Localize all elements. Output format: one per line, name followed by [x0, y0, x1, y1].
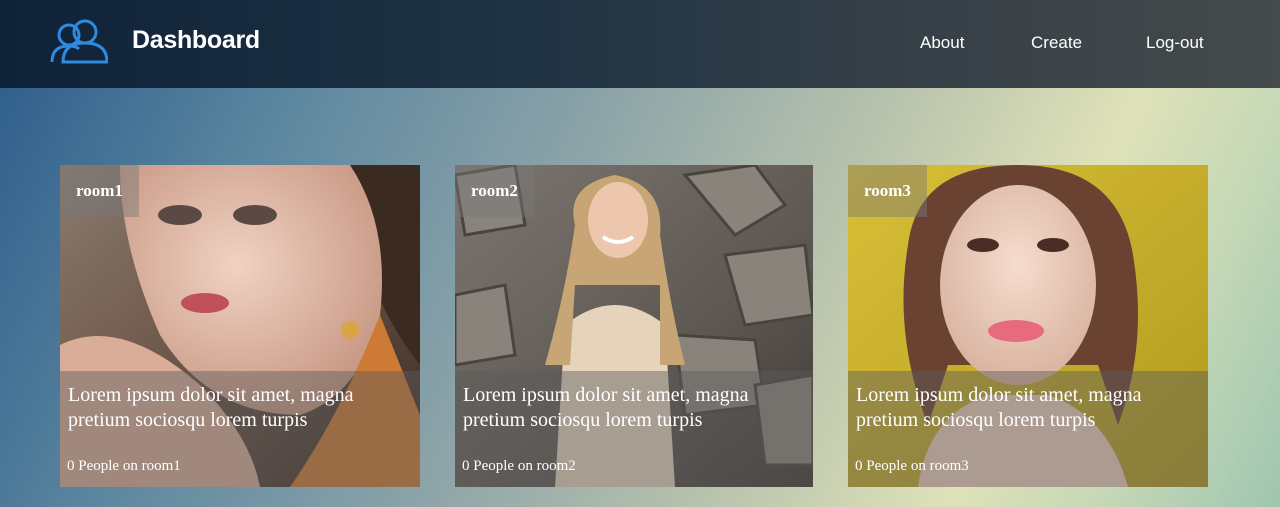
app-title[interactable]: Dashboard — [132, 26, 260, 55]
room-caption: Lorem ipsum dolor sit amet, magna pretiu… — [60, 371, 420, 487]
nav-link-about[interactable]: About — [920, 33, 964, 53]
room-name-badge: room3 — [848, 165, 927, 217]
room-people-count: 0 People on room3 — [855, 458, 969, 474]
room-description: Lorem ipsum dolor sit amet, magna pretiu… — [68, 384, 354, 431]
room-description: Lorem ipsum dolor sit amet, magna pretiu… — [463, 384, 749, 431]
top-navbar: Dashboard About Create Log-out — [0, 0, 1280, 88]
nav-link-create[interactable]: Create — [1031, 33, 1082, 53]
room-name-badge: room2 — [455, 165, 534, 217]
room-card-room1[interactable]: room1 Lorem ipsum dolor sit amet, magna … — [60, 165, 420, 487]
room-people-count: 0 People on room2 — [462, 458, 576, 474]
room-caption: Lorem ipsum dolor sit amet, magna pretiu… — [848, 371, 1208, 487]
room-card-room2[interactable]: room2 Lorem ipsum dolor sit amet, magna … — [455, 165, 813, 487]
users-icon[interactable] — [50, 18, 108, 64]
room-card-room3[interactable]: room3 Lorem ipsum dolor sit amet, magna … — [848, 165, 1208, 487]
room-description: Lorem ipsum dolor sit amet, magna pretiu… — [856, 384, 1142, 431]
room-caption: Lorem ipsum dolor sit amet, magna pretiu… — [455, 371, 813, 487]
room-name-badge: room1 — [60, 165, 139, 217]
nav-link-logout[interactable]: Log-out — [1146, 33, 1204, 53]
room-people-count: 0 People on room1 — [67, 458, 181, 474]
